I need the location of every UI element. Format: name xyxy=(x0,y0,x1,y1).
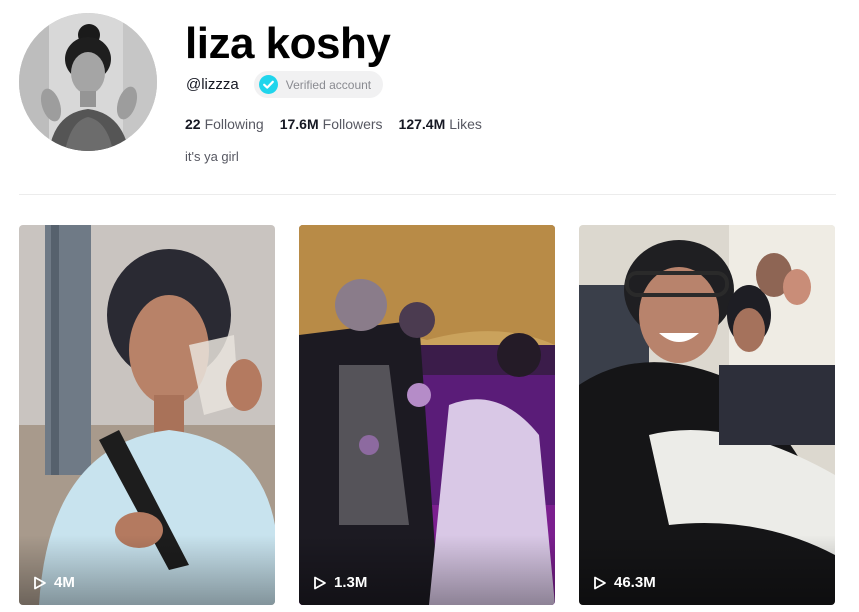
stat-label: Following xyxy=(204,116,264,132)
video-card[interactable]: 46.3M xyxy=(579,225,835,605)
stat-label: Followers xyxy=(322,116,383,132)
username-handle: @lizzza xyxy=(186,76,239,93)
video-card[interactable]: 4M xyxy=(19,225,275,605)
play-icon xyxy=(314,576,326,589)
view-count-value: 1.3M xyxy=(334,574,368,591)
avatar-photo-icon xyxy=(19,13,157,151)
handle-row: @lizzza Verified account xyxy=(186,71,384,98)
thumbnail-gradient xyxy=(579,535,835,605)
view-count: 1.3M xyxy=(313,574,367,591)
verified-check-icon xyxy=(258,75,278,94)
video-card[interactable]: 1.3M xyxy=(299,225,555,605)
view-count-value: 46.3M xyxy=(614,574,656,591)
thumbnail-gradient xyxy=(299,535,555,605)
profile-bio: it's ya girl xyxy=(185,149,239,164)
thumbnail-gradient xyxy=(19,535,275,605)
verified-badge: Verified account xyxy=(253,71,384,98)
view-count: 4M xyxy=(33,574,75,591)
stat-value: 17.6M xyxy=(279,116,319,132)
stat-value: 22 xyxy=(185,116,201,132)
avatar[interactable] xyxy=(19,13,157,151)
view-count: 46.3M xyxy=(593,574,656,591)
stat-likes: 127.4M Likes xyxy=(399,116,482,132)
stat-followers[interactable]: 17.6M Followers xyxy=(280,116,383,132)
play-icon xyxy=(594,576,606,589)
stat-value: 127.4M xyxy=(398,116,446,132)
verified-label: Verified account xyxy=(285,77,372,92)
display-name: liza koshy xyxy=(185,19,391,68)
profile-page: liza koshy @lizzza Verified account 22 Fo… xyxy=(0,0,859,612)
view-count-value: 4M xyxy=(54,574,75,591)
stat-label: Likes xyxy=(449,116,482,132)
play-icon xyxy=(34,576,46,589)
stat-following[interactable]: 22 Following xyxy=(185,116,264,132)
header-divider xyxy=(19,194,836,195)
video-grid: 4M 1.3M 46.3M xyxy=(19,225,836,605)
profile-stats: 22 Following 17.6M Followers 127.4M Likes xyxy=(185,116,498,132)
